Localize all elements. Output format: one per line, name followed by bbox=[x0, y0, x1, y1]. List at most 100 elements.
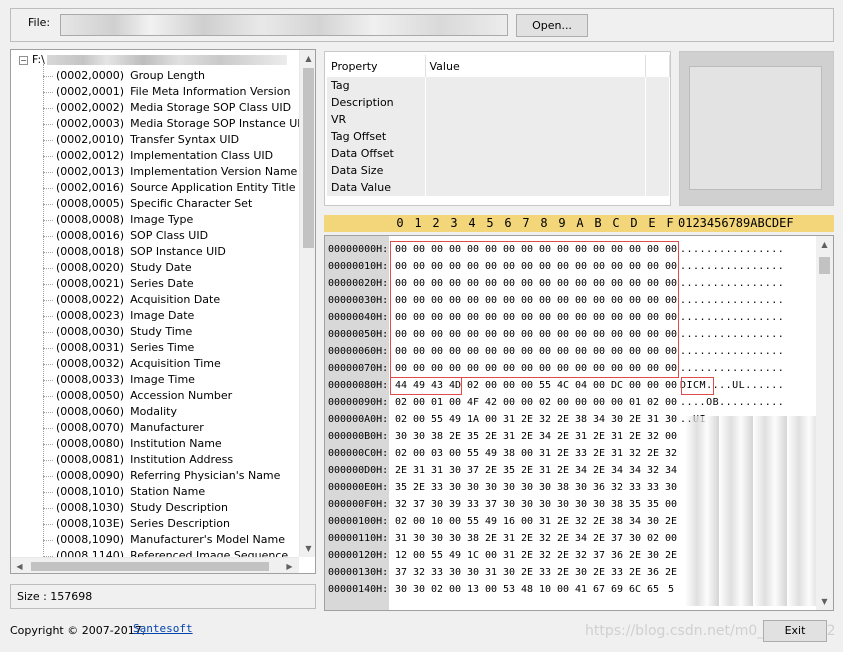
hex-byte[interactable]: 2E bbox=[392, 462, 410, 479]
hex-byte[interactable]: 30 bbox=[410, 428, 428, 445]
hex-byte[interactable]: 49 bbox=[446, 411, 464, 428]
hex-byte[interactable]: 55 bbox=[428, 411, 446, 428]
hex-byte[interactable]: 32 bbox=[572, 513, 590, 530]
hex-byte[interactable]: 2E bbox=[482, 462, 500, 479]
hex-byte[interactable]: 38 bbox=[464, 530, 482, 547]
hex-byte[interactable]: 31 bbox=[428, 462, 446, 479]
hex-byte[interactable]: 30 bbox=[410, 581, 428, 598]
tree-item[interactable]: (0008,0090) Referring Physician's Name bbox=[11, 468, 301, 484]
hex-byte[interactable]: 30 bbox=[410, 530, 428, 547]
hex-byte[interactable]: 31 bbox=[482, 564, 500, 581]
hex-byte[interactable]: 10 bbox=[428, 513, 446, 530]
hex-byte[interactable]: 00 bbox=[500, 377, 518, 394]
hex-byte[interactable]: 35 bbox=[392, 479, 410, 496]
hex-vertical-scrollbar[interactable]: ▲ ▼ bbox=[816, 236, 833, 610]
hex-byte[interactable]: 30 bbox=[518, 479, 536, 496]
hex-byte[interactable]: 1A bbox=[464, 411, 482, 428]
hex-byte[interactable]: 00 bbox=[590, 377, 608, 394]
tree-item[interactable]: (0008,0030) Study Time bbox=[11, 324, 301, 340]
property-row[interactable]: Data Size bbox=[327, 162, 670, 179]
hex-byte[interactable]: 2E bbox=[590, 564, 608, 581]
hex-byte[interactable]: 37 bbox=[464, 462, 482, 479]
tree-item[interactable]: (0002,0010) Transfer Syntax UID bbox=[11, 132, 301, 148]
hex-byte[interactable]: 00 bbox=[410, 394, 428, 411]
tree-item[interactable]: (0008,0033) Image Time bbox=[11, 372, 301, 388]
hex-byte[interactable]: 6C bbox=[626, 581, 644, 598]
hex-byte[interactable]: 55 bbox=[536, 377, 554, 394]
hex-byte[interactable]: 30 bbox=[608, 411, 626, 428]
hex-byte[interactable]: 30 bbox=[572, 479, 590, 496]
hex-byte[interactable]: 34 bbox=[572, 530, 590, 547]
hex-byte[interactable]: 12 bbox=[392, 547, 410, 564]
hex-byte[interactable]: 00 bbox=[590, 394, 608, 411]
hex-byte[interactable]: 38 bbox=[608, 496, 626, 513]
scroll-thumb[interactable] bbox=[819, 257, 830, 274]
property-row[interactable]: Tag Offset bbox=[327, 128, 670, 145]
hex-byte[interactable]: 00 bbox=[662, 394, 680, 411]
hex-byte[interactable]: 00 bbox=[410, 411, 428, 428]
hex-byte[interactable]: 31 bbox=[500, 428, 518, 445]
hex-byte[interactable]: 2E bbox=[554, 462, 572, 479]
hex-byte[interactable]: 31 bbox=[500, 530, 518, 547]
hex-byte[interactable]: 2E bbox=[554, 564, 572, 581]
hex-byte[interactable]: 48 bbox=[518, 581, 536, 598]
hex-byte[interactable]: 2E bbox=[554, 547, 572, 564]
hex-byte[interactable]: 4F bbox=[464, 394, 482, 411]
hex-byte[interactable]: 2E bbox=[590, 462, 608, 479]
hex-byte[interactable]: DC bbox=[608, 377, 626, 394]
hex-byte[interactable]: 36 bbox=[644, 564, 662, 581]
scroll-up-icon[interactable]: ▲ bbox=[300, 50, 315, 67]
tree-item[interactable]: (0002,0012) Implementation Class UID bbox=[11, 148, 301, 164]
hex-byte[interactable]: 36 bbox=[590, 479, 608, 496]
hex-byte[interactable]: 00 bbox=[626, 377, 644, 394]
hex-byte[interactable]: 30 bbox=[662, 479, 680, 496]
hex-byte[interactable]: 34 bbox=[572, 462, 590, 479]
hex-byte[interactable]: 49 bbox=[482, 445, 500, 462]
tree-item[interactable]: (0008,0081) Institution Address bbox=[11, 452, 301, 468]
tree-item[interactable]: (0002,0002) Media Storage SOP Class UID bbox=[11, 100, 301, 116]
hex-byte[interactable]: 32 bbox=[572, 547, 590, 564]
hex-byte[interactable]: 2E bbox=[554, 445, 572, 462]
hex-byte[interactable]: 32 bbox=[626, 445, 644, 462]
hex-byte[interactable]: 1C bbox=[464, 547, 482, 564]
hex-byte[interactable]: 2E bbox=[626, 411, 644, 428]
tree-item[interactable]: (0002,0013) Implementation Version Name bbox=[11, 164, 301, 180]
hex-byte[interactable]: 31 bbox=[608, 445, 626, 462]
hex-byte[interactable]: 00 bbox=[554, 581, 572, 598]
tree-item[interactable]: (0008,0080) Institution Name bbox=[11, 436, 301, 452]
hex-byte[interactable]: 13 bbox=[464, 581, 482, 598]
hex-byte[interactable]: 32 bbox=[644, 462, 662, 479]
hex-byte[interactable]: 30 bbox=[572, 564, 590, 581]
property-row[interactable]: Description bbox=[327, 94, 670, 111]
hex-byte[interactable]: 00 bbox=[446, 445, 464, 462]
property-row[interactable]: VR bbox=[327, 111, 670, 128]
hex-byte[interactable]: 00 bbox=[482, 377, 500, 394]
hex-byte[interactable]: 00 bbox=[410, 547, 428, 564]
hex-byte[interactable]: 00 bbox=[662, 428, 680, 445]
scroll-down-icon[interactable]: ▼ bbox=[300, 540, 315, 557]
hex-byte[interactable]: 65 bbox=[644, 581, 662, 598]
hex-byte[interactable]: 10 bbox=[536, 581, 554, 598]
hex-byte[interactable]: 33 bbox=[428, 564, 446, 581]
hex-byte[interactable]: 2E bbox=[626, 564, 644, 581]
hex-byte[interactable]: 02 bbox=[392, 513, 410, 530]
hex-byte[interactable]: 30 bbox=[554, 496, 572, 513]
hex-byte[interactable]: 37 bbox=[482, 496, 500, 513]
tree-root-node[interactable]: − F:\ bbox=[19, 52, 287, 68]
tree-item[interactable]: (0008,0018) SOP Instance UID bbox=[11, 244, 301, 260]
hex-byte[interactable]: 34 bbox=[662, 462, 680, 479]
hex-byte[interactable]: 31 bbox=[536, 445, 554, 462]
hex-byte[interactable]: 32 bbox=[410, 564, 428, 581]
tree-item[interactable]: (0008,0022) Acquisition Date bbox=[11, 292, 301, 308]
hex-byte[interactable]: 55 bbox=[464, 513, 482, 530]
tree-item[interactable]: (0002,0001) File Meta Information Version bbox=[11, 84, 301, 100]
tree-horizontal-scrollbar[interactable]: ◀ ▶ bbox=[11, 557, 299, 573]
hex-byte[interactable]: 00 bbox=[446, 394, 464, 411]
property-row[interactable]: Tag bbox=[327, 77, 670, 94]
tree-item[interactable]: (0008,1090) Manufacturer's Model Name bbox=[11, 532, 301, 548]
hex-byte[interactable]: 00 bbox=[482, 547, 500, 564]
property-row[interactable]: Data Offset bbox=[327, 145, 670, 162]
value-column-header[interactable]: Value bbox=[425, 55, 646, 77]
hex-byte[interactable]: 02 bbox=[644, 394, 662, 411]
hex-byte[interactable]: 2E bbox=[644, 445, 662, 462]
